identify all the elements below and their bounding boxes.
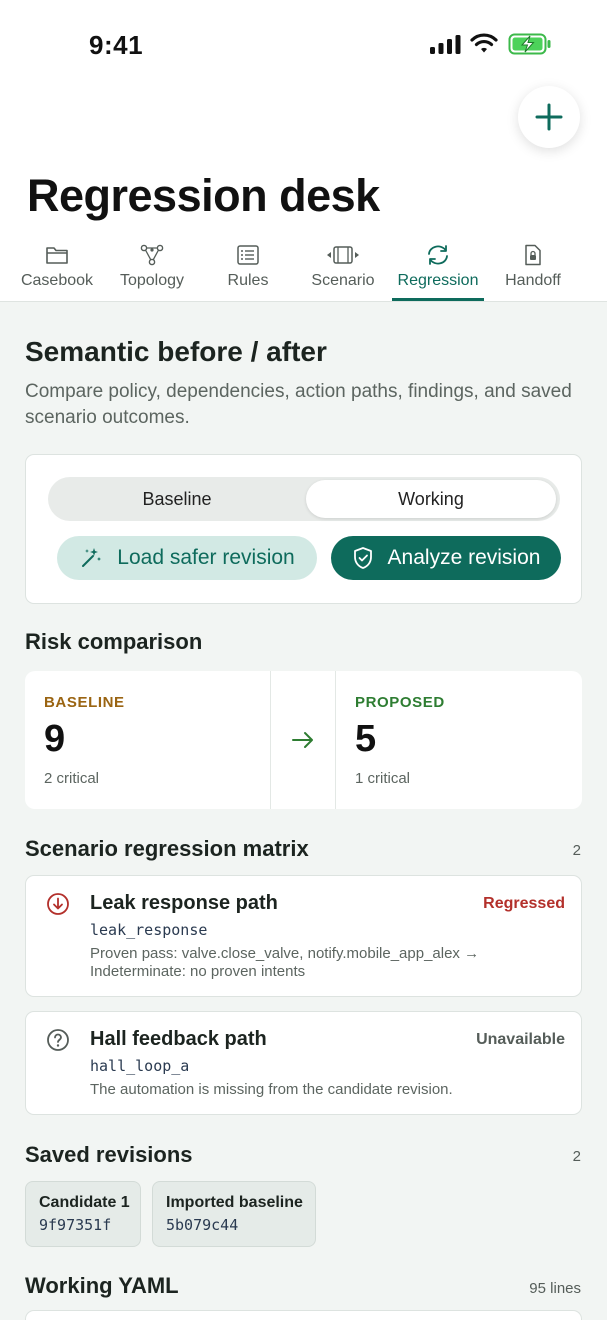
regressed-down-arrow-icon [47,893,69,915]
revision-hash: 5b079c44 [166,1216,239,1234]
status-time: 9:41 [89,30,144,60]
proposed-value: 5 [355,718,377,760]
baseline-critical: 2 critical [44,770,100,787]
scenario-row[interactable]: Hall feedback path Unavailable hall_loop… [25,1011,582,1115]
refresh-icon [428,245,448,265]
shield-check-icon [353,547,372,569]
page-title: Regression desk [27,170,380,221]
magic-wand-icon [82,548,102,567]
scenario-status: Regressed [483,895,565,912]
baseline-working-toggle: Baseline Working [48,477,560,521]
revision-title: Imported baseline [166,1194,303,1211]
cellular-signal-icon [430,35,461,54]
scenario-id: leak_response [90,921,208,939]
tab-label: Handoff [505,272,561,289]
segment-baseline[interactable]: Baseline [52,480,302,518]
risk-comparison-title: Risk comparison [25,629,203,654]
tab-casebook[interactable]: Casebook [19,238,95,302]
tab-bar: Casebook Topology Rules Scenario Regress… [0,238,607,302]
revision-title: Candidate 1 [39,1194,130,1211]
scenario-detail-line: Indeterminate: no proven intents [90,963,306,980]
saved-revisions-count: 2 [572,1148,581,1165]
tab-rules[interactable]: Rules [225,238,271,302]
scenario-status: Unavailable [476,1031,565,1048]
question-circle-icon [47,1029,69,1051]
revision-chip[interactable]: Candidate 1 9f97351f [25,1181,141,1247]
divider [270,671,271,809]
scenario-detail-line: Proven pass: valve.close_valve, notify.m… [90,945,480,962]
top-area: 9:41 Regression desk Casebook Topology R… [0,0,607,302]
plus-icon [535,103,563,131]
matrix-title: Scenario regression matrix [25,836,309,861]
saved-revisions-title: Saved revisions [25,1142,193,1167]
status-bar: 9:41 [0,0,607,92]
scenario-detail: The automation is missing from the candi… [90,1081,453,1098]
active-tab-indicator [392,298,484,301]
scenario-title: Leak response path [90,892,278,914]
tab-label: Topology [119,272,185,289]
tab-handoff[interactable]: Handoff [500,238,566,302]
tab-label: Scenario [311,272,375,289]
matrix-count: 2 [572,842,581,859]
proposed-label: PROPOSED [355,694,445,711]
list-icon [237,245,259,265]
revision-chip[interactable]: Imported baseline 5b079c44 [152,1181,316,1247]
working-yaml-title: Working YAML [25,1273,179,1298]
revision-controls-card: Baseline Working Load safer revision Ana… [25,454,582,604]
baseline-label: BASELINE [44,694,125,711]
scenario-detail: Proven pass: valve.close_valve, notify.m… [90,945,570,981]
tab-label: Regression [397,272,479,289]
section-title: Semantic before / after [25,336,327,367]
baseline-value: 9 [44,718,66,760]
yaml-editor[interactable] [25,1310,582,1320]
tab-label: Rules [227,272,269,289]
divider [335,671,336,809]
tab-regression[interactable]: Regression [392,238,484,302]
topology-icon [140,244,164,266]
scenario-id: hall_loop_a [90,1057,190,1075]
lock-document-icon [525,244,541,266]
folder-icon [46,247,68,264]
revision-hash: 9f97351f [39,1216,112,1234]
tab-label: Casebook [20,272,94,289]
analyze-revision-button[interactable]: Analyze revision [331,536,561,580]
film-icon [327,246,359,264]
battery-charging-icon [508,33,551,55]
yaml-line-count: 95 lines [529,1280,581,1297]
add-button[interactable] [518,86,580,148]
load-safer-revision-button[interactable]: Load safer revision [57,536,317,580]
wifi-icon [470,33,498,53]
risk-comparison-card: BASELINE 9 2 critical PROPOSED 5 1 criti… [25,671,582,809]
proposed-critical: 1 critical [355,770,411,787]
scenario-row[interactable]: Leak response path Regressed leak_respon… [25,875,582,997]
arrow-right-icon [292,732,313,748]
section-description: Compare policy, dependencies, action pat… [25,381,572,428]
tab-scenario[interactable]: Scenario [309,238,377,302]
analyze-revision-label: Analyze revision [387,546,541,569]
segment-working[interactable]: Working [306,480,556,518]
load-safer-revision-label: Load safer revision [117,546,295,569]
tab-topology[interactable]: Topology [117,238,187,302]
scenario-title: Hall feedback path [90,1028,267,1050]
